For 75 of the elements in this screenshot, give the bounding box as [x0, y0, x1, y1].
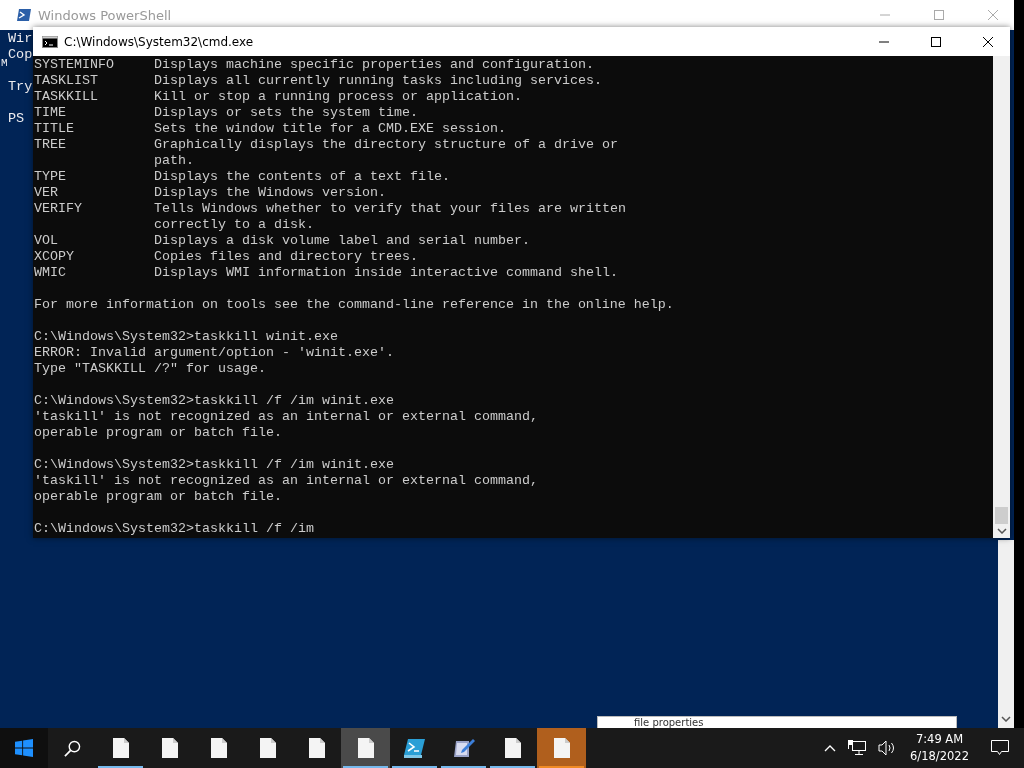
powershell-icon: [16, 7, 32, 23]
document-icon: [161, 738, 178, 758]
document-icon: [210, 738, 227, 758]
document-icon: [308, 738, 325, 758]
command-name: TYPE: [34, 169, 66, 184]
command-description: path.: [154, 153, 194, 169]
command-description: Kill or stop a running process or application.: [154, 89, 522, 105]
command-name: VOL: [34, 233, 58, 248]
command-description: Displays a disk volume label and serial number.: [154, 233, 530, 249]
console-line: C:\Windows\System32>taskkill /f /im winit.exe: [34, 393, 395, 409]
console-line: C:\Windows\System32>taskkill winit.exe: [34, 329, 339, 345]
notepad-pen-icon: [452, 738, 475, 758]
document-icon: [357, 738, 374, 758]
command-description: Displays machine specific properties and configuration.: [154, 57, 594, 73]
chevron-up-icon[interactable]: [824, 744, 837, 752]
document-icon: [504, 738, 521, 758]
command-name: TITLE: [34, 121, 74, 136]
console-line: operable program or batch file.: [34, 489, 283, 505]
clock-time: 7:49 AM: [915, 731, 964, 748]
command-name: TREE: [34, 137, 66, 152]
popup-text: file properties: [634, 717, 704, 729]
scrollbar[interactable]: [998, 540, 1014, 728]
clock-date: 6/18/2022: [910, 748, 969, 765]
network-icon[interactable]: [848, 740, 867, 756]
console-line: Wir: [8, 31, 33, 47]
clock[interactable]: 7:49 AM 6/18/2022: [902, 728, 977, 768]
maximize-icon[interactable]: [931, 36, 941, 47]
console-line: PS: [8, 111, 25, 127]
console-line: Type "TASKKILL /?" for usage.: [34, 361, 267, 377]
window-title: C:\Windows\System32\cmd.exe: [64, 34, 254, 49]
document-icon: [553, 738, 570, 758]
console-line: 'taskill' is not recognized as an internal or external command,: [34, 409, 539, 425]
start-button[interactable]: [0, 728, 48, 768]
command-name: TASKKILL: [34, 89, 98, 104]
command-description: Displays the contents of a text file.: [154, 169, 450, 185]
console-line: operable program or batch file.: [34, 425, 283, 441]
command-name: VERIFY: [34, 201, 82, 216]
command-description: Displays or sets the system time.: [154, 105, 418, 121]
command-name: VER: [34, 185, 58, 200]
console-line: ERROR: Invalid argument/option - 'winit.exe'.: [34, 345, 395, 361]
command-name: TIME: [34, 105, 66, 120]
console-line: For more information on tools see the command-line reference in the online help.: [34, 297, 675, 313]
command-description: correctly to a disk.: [154, 217, 314, 233]
command-description: Displays the Windows version.: [154, 185, 386, 201]
document-icon: [112, 738, 129, 758]
powershell-icon: [403, 738, 426, 758]
close-icon[interactable]: [983, 36, 993, 47]
command-description: Displays WMI information inside interactive command shell.: [154, 265, 618, 281]
command-name: SYSTEMINFO: [34, 57, 114, 72]
command-description: Tells Windows whether to verify that your files are written: [154, 201, 626, 217]
document-icon: [259, 738, 276, 758]
command-description: Sets the window title for a CMD.EXE session.: [154, 121, 506, 137]
console-icon: [42, 35, 58, 48]
command-name: WMIC: [34, 265, 66, 280]
command-name: TASKLIST: [34, 73, 98, 88]
windows-logo-icon: [15, 739, 33, 757]
command-name: XCOPY: [34, 249, 74, 264]
scroll-down-icon[interactable]: [1001, 716, 1011, 722]
console-line: C:\Windows\System32>taskkill /f /im winit.exe: [34, 457, 395, 473]
notification-icon[interactable]: [991, 740, 1009, 756]
console-line: Cop: [8, 47, 33, 63]
speaker-icon[interactable]: [878, 740, 897, 756]
command-description: Copies files and directory trees.: [154, 249, 418, 265]
search-icon: [63, 739, 81, 757]
console-line: C:\Windows\System32>taskkill /f /im: [34, 521, 315, 537]
window-title: Windows PowerShell: [38, 7, 172, 23]
console-text: M: [1, 57, 8, 69]
command-description: Graphically displays the directory structure of a drive or: [154, 137, 618, 153]
console-line: 'taskill' is not recognized as an internal or external command,: [34, 473, 539, 489]
console-line: Try: [8, 79, 33, 95]
taskbar-app-button[interactable]: [341, 728, 390, 768]
scroll-down-icon[interactable]: [996, 528, 1007, 534]
command-description: Displays all currently running tasks including services.: [154, 73, 602, 89]
scroll-thumb[interactable]: [995, 507, 1008, 524]
scrollbar[interactable]: [993, 56, 1010, 538]
